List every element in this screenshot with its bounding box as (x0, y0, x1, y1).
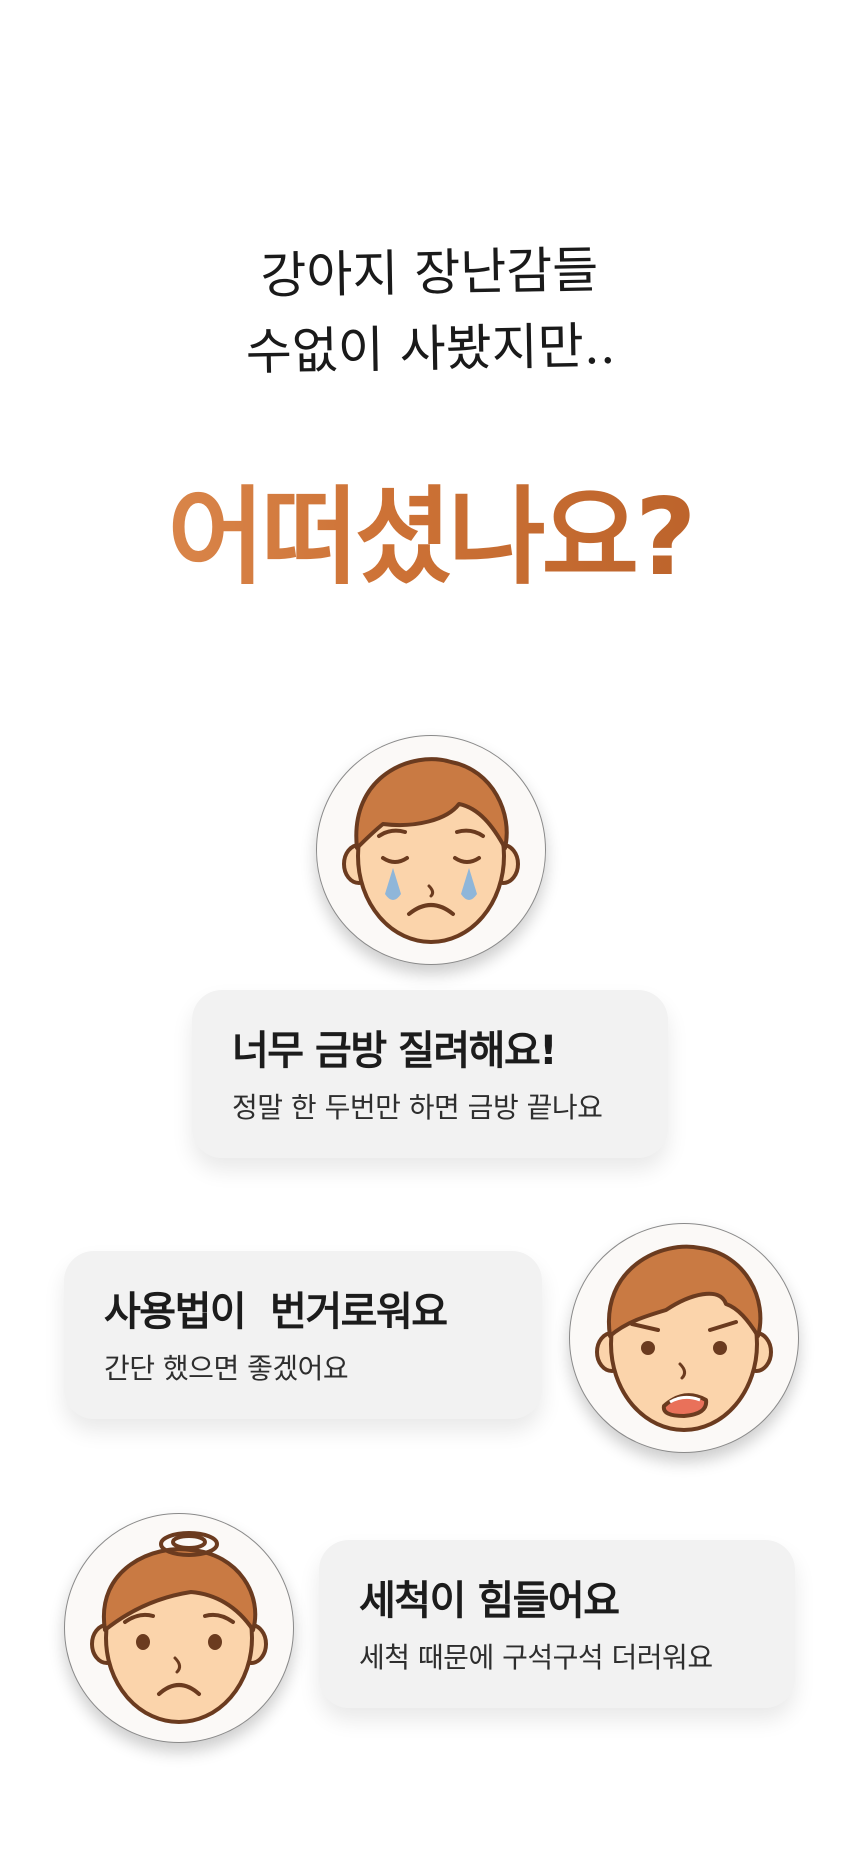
review-title: 사용법이 번거로워요 (104, 1289, 448, 1335)
review-subtitle: 간단 했으면 좋겠어요 (104, 1352, 349, 1385)
crying-face-icon (342, 757, 520, 944)
review-card-3: 세척이 힘들어요 세척 때문에 구석구석 더러워요 (319, 1540, 795, 1708)
review-subtitle: 정말 한 두번만 하면 금방 끝나요 (232, 1091, 603, 1124)
review-subtitle: 세척 때문에 구석구석 더러워요 (359, 1641, 713, 1674)
review-card-2: 사용법이 번거로워요 간단 했으면 좋겠어요 (64, 1251, 542, 1419)
review-title: 너무 금방 질려해요! (232, 1028, 558, 1074)
frustrated-face-avatar (64, 1513, 294, 1743)
annoyed-face-avatar (569, 1223, 799, 1453)
crying-face-avatar (316, 735, 546, 965)
review-card-1: 너무 금방 질려해요! 정말 한 두번만 하면 금방 끝나요 (192, 990, 668, 1158)
frustrated-face-icon (90, 1531, 268, 1724)
review-title: 세척이 힘들어요 (359, 1578, 620, 1624)
intro-text: 강아지 장난감들 수없이 사봤지만.. (0, 228, 860, 395)
headline: 어떠셨나요? (0, 478, 860, 598)
intro-line-2: 수없이 사봤지만.. (245, 316, 616, 382)
annoyed-face-icon (595, 1244, 773, 1432)
